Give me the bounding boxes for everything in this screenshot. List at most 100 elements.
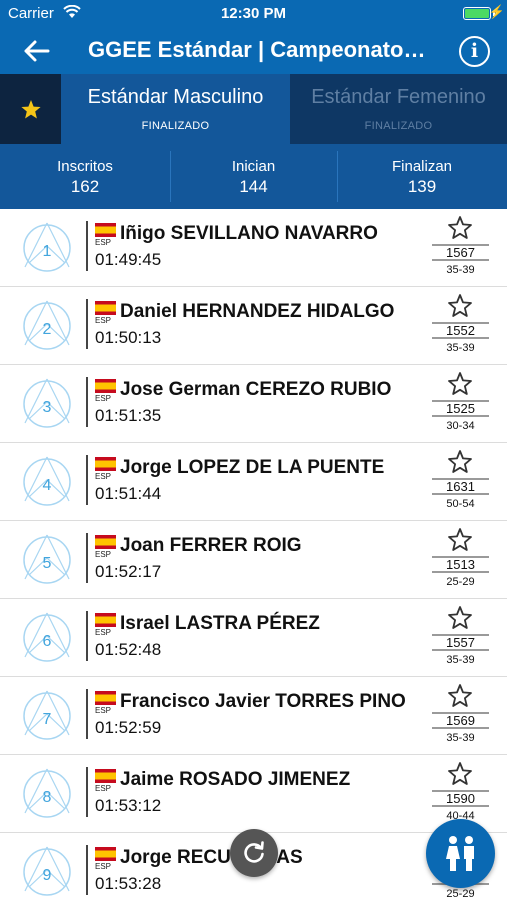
charging-icon: ⚡ (488, 4, 505, 19)
stat-inician: Inician 144 (170, 144, 337, 209)
athlete-name: Israel LASTRA PÉREZ (120, 613, 320, 634)
result-row[interactable]: 7 ESP Francisco Javier TORRES PINO 01:52… (0, 677, 507, 755)
star-outline-icon[interactable] (447, 761, 473, 787)
finish-time: 01:50:13 (95, 328, 162, 347)
age-category: 50-54 (446, 498, 475, 510)
stat-finalizan: Finalizan 139 (337, 144, 507, 209)
race-stats: Inscritos 162 Inician 144 Finalizan 139 (0, 144, 507, 209)
country-code: ESP (95, 316, 112, 325)
spain-flag-icon (95, 691, 116, 705)
row-divider (86, 845, 88, 895)
spain-flag-icon (95, 301, 116, 315)
tab-estandar-femenino[interactable]: Estándar Femenino FINALIZADO (290, 74, 507, 144)
position-number: 5 (42, 555, 52, 572)
row-divider (86, 533, 88, 583)
position-badge: 4 (21, 453, 73, 509)
tab-status: FINALIZADO (141, 120, 210, 132)
row-divider (86, 299, 88, 349)
star-outline-icon[interactable] (447, 215, 473, 241)
position-number: 6 (42, 633, 52, 650)
finish-time: 01:52:48 (95, 640, 162, 659)
tab-label: Estándar Femenino (311, 86, 486, 108)
country-code: ESP (95, 628, 112, 637)
back-arrow-icon[interactable] (22, 37, 52, 65)
spain-flag-icon (95, 457, 116, 471)
country-code: ESP (95, 472, 112, 481)
navigation-bar: GGEE Estándar | Campeonato… i (0, 28, 507, 74)
star-outline-icon[interactable] (447, 293, 473, 319)
spain-flag-icon (95, 847, 116, 861)
star-outline-icon[interactable] (447, 605, 473, 631)
row-divider (86, 767, 88, 817)
info-glyph: i (470, 40, 479, 62)
result-row[interactable]: 5 ESP Joan FERRER ROIG 01:52:17 1513 25-… (0, 521, 507, 599)
tab-estandar-masculino[interactable]: Estándar Masculino FINALIZADO (61, 74, 290, 144)
stat-value: 144 (239, 177, 268, 196)
finish-time: 01:52:59 (95, 718, 162, 737)
age-category: 30-34 (446, 420, 475, 432)
result-row[interactable]: 8 ESP Jaime ROSADO JIMENEZ 01:53:12 1590… (0, 755, 507, 833)
country-code: ESP (95, 706, 112, 715)
athlete-name: Jorge LOPEZ DE LA PUENTE (120, 457, 385, 478)
star-outline-icon[interactable] (447, 371, 473, 397)
position-number: 4 (42, 477, 52, 494)
page-title: GGEE Estándar | Campeonato… (88, 37, 426, 62)
position-number: 1 (42, 243, 52, 260)
gender-filter-icon (446, 836, 474, 871)
star-filled-icon (21, 100, 41, 119)
results-list[interactable]: 1 ESP Iñigo SEVILLANO NAVARRO 01:49:45 1… (0, 209, 507, 900)
bib-score: 1569 (432, 712, 489, 729)
age-category: 25-29 (446, 576, 475, 588)
info-icon[interactable]: i (459, 36, 490, 67)
position-number: 8 (42, 789, 52, 806)
position-badge: 9 (21, 843, 73, 899)
star-outline-icon[interactable] (447, 449, 473, 475)
spain-flag-icon (95, 613, 116, 627)
bib-score: 1557 (432, 634, 489, 651)
category-tabs: Estándar Masculino FINALIZADO Estándar F… (0, 74, 507, 144)
star-outline-icon[interactable] (447, 527, 473, 553)
result-row[interactable]: 4 ESP Jorge LOPEZ DE LA PUENTE 01:51:44 … (0, 443, 507, 521)
spain-flag-icon (95, 223, 116, 237)
row-divider (86, 221, 88, 271)
country-code: ESP (95, 550, 112, 559)
bib-score: 1631 (432, 478, 489, 495)
age-category: 35-39 (446, 654, 475, 666)
spain-flag-icon (95, 379, 116, 393)
position-badge: 5 (21, 531, 73, 587)
age-category: 35-39 (446, 342, 475, 354)
result-row[interactable]: 6 ESP Israel LASTRA PÉREZ 01:52:48 1557 … (0, 599, 507, 677)
bib-score: 1525 (432, 400, 489, 417)
position-badge: 2 (21, 297, 73, 353)
tab-label: Estándar Masculino (87, 86, 264, 108)
favorites-tab[interactable] (0, 74, 61, 144)
country-code: ESP (95, 394, 112, 403)
athlete-name: Jaime ROSADO JIMENEZ (120, 769, 351, 790)
spain-flag-icon (95, 769, 116, 783)
finish-time: 01:51:44 (95, 484, 162, 503)
gender-filter-button[interactable] (426, 819, 495, 888)
athlete-name: Joan FERRER ROIG (120, 535, 302, 556)
position-badge: 6 (21, 609, 73, 665)
position-badge: 1 (21, 219, 73, 275)
bib-score: 1590 (432, 790, 489, 807)
athlete-name: Francisco Javier TORRES PINO (120, 691, 406, 712)
star-outline-icon[interactable] (447, 683, 473, 709)
refresh-icon (244, 841, 264, 863)
result-row[interactable]: 2 ESP Daniel HERNANDEZ HIDALGO 01:50:13 … (0, 287, 507, 365)
finish-time: 01:53:28 (95, 874, 162, 893)
age-category: 35-39 (446, 732, 475, 744)
row-divider (86, 611, 88, 661)
position-number: 3 (42, 399, 52, 416)
age-category: 35-39 (446, 264, 475, 276)
stat-label: Finalizan (391, 158, 453, 175)
country-code: ESP (95, 784, 112, 793)
stat-label: Inscritos (57, 158, 113, 175)
bib-score: 1567 (432, 244, 489, 261)
result-row[interactable]: 3 ESP Jose German CEREZO RUBIO 01:51:35 … (0, 365, 507, 443)
result-row[interactable]: 1 ESP Iñigo SEVILLANO NAVARRO 01:49:45 1… (0, 209, 507, 287)
finish-time: 01:49:45 (95, 250, 162, 269)
status-bar: Carrier 12:30 PM ⚡ (0, 0, 507, 28)
stat-value: 162 (70, 177, 100, 196)
refresh-button[interactable] (230, 829, 278, 877)
